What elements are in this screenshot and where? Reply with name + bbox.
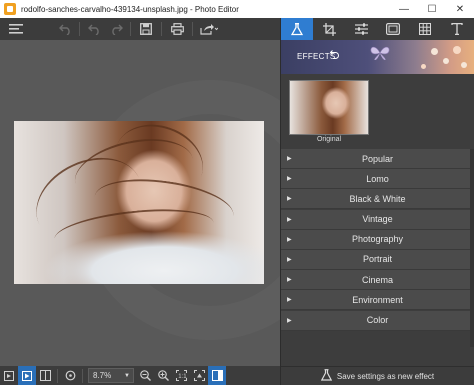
- grid-icon: [419, 23, 431, 35]
- chevron-right-icon: ▶: [287, 156, 292, 162]
- undo-icon[interactable]: [54, 18, 76, 40]
- category-vintage[interactable]: ▶ Vintage: [281, 209, 474, 230]
- tab-adjust[interactable]: [345, 18, 377, 40]
- print-icon[interactable]: [165, 18, 189, 40]
- chevron-right-icon: ▶: [287, 277, 292, 284]
- category-color[interactable]: ▶ Color: [281, 310, 474, 331]
- category-photography[interactable]: ▶ Photography: [281, 229, 474, 250]
- window-title: rodolfo-sanches-carvalho-439134-unsplash…: [21, 4, 239, 14]
- effects-header: EFFECTS: [281, 40, 474, 74]
- photo-editor-window: rodolfo-sanches-carvalho-439134-unsplash…: [0, 0, 474, 385]
- tab-effects[interactable]: [281, 18, 313, 40]
- effects-panel: EFFECTS Original ▶ Popular ▶ Lomo ▶ Black: [280, 18, 474, 385]
- chevron-down-icon: ▼: [124, 372, 130, 379]
- panel-tabs: [281, 18, 474, 40]
- zoom-value: 8.7%: [93, 371, 112, 380]
- reset-effects-icon[interactable]: [329, 50, 339, 61]
- tab-crop[interactable]: [313, 18, 345, 40]
- flask-icon: [320, 368, 333, 384]
- chevron-right-icon: ▶: [287, 297, 292, 304]
- scrollbar[interactable]: [470, 149, 474, 347]
- tab-frames[interactable]: [377, 18, 409, 40]
- flask-icon: [291, 22, 303, 35]
- effect-preview-area: Original: [281, 74, 474, 146]
- fit-icon[interactable]: [0, 366, 18, 385]
- original-label: Original: [316, 136, 342, 143]
- tab-text[interactable]: [441, 18, 473, 40]
- close-button[interactable]: ✕: [446, 0, 474, 18]
- tab-texture[interactable]: [409, 18, 441, 40]
- rotate-icon[interactable]: [61, 366, 79, 385]
- save-effect-label: Save settings as new effect: [336, 371, 435, 381]
- actual-size-icon[interactable]: 1:1: [172, 366, 190, 385]
- menu-icon[interactable]: [0, 18, 32, 40]
- category-popular[interactable]: ▶ Popular: [281, 149, 474, 169]
- photo-preview[interactable]: [14, 121, 264, 284]
- maximize-button[interactable]: ☐: [418, 0, 446, 18]
- bottom-toolbar: 8.7% ▼ 1:1: [0, 366, 280, 385]
- save-effect-button[interactable]: Save settings as new effect: [281, 366, 474, 385]
- zoom-out-icon[interactable]: [136, 366, 154, 385]
- category-environment[interactable]: ▶ Environment: [281, 290, 474, 311]
- crop-icon: [322, 22, 336, 36]
- undo-step-icon[interactable]: [83, 18, 105, 40]
- window-controls: — ☐ ✕: [390, 0, 474, 18]
- save-icon[interactable]: [134, 18, 158, 40]
- svg-text:1:1: 1:1: [178, 374, 187, 380]
- minimize-button[interactable]: —: [390, 0, 418, 18]
- category-black-white[interactable]: ▶ Black & White: [281, 189, 474, 210]
- butterfly-icon: [370, 46, 390, 60]
- category-lomo[interactable]: ▶ Lomo: [281, 169, 474, 190]
- chevron-right-icon: ▶: [287, 216, 292, 223]
- compare-icon[interactable]: [36, 366, 54, 385]
- chevron-right-icon: ▶: [287, 256, 292, 263]
- share-icon[interactable]: [196, 18, 222, 40]
- chevron-right-icon: ▶: [287, 236, 292, 243]
- app-icon: [4, 3, 16, 15]
- frame-icon: [386, 23, 400, 35]
- redo-icon[interactable]: [105, 18, 127, 40]
- chevron-right-icon: ▶: [287, 196, 292, 203]
- original-thumbnail[interactable]: [289, 80, 369, 135]
- zoom-in-icon[interactable]: [154, 366, 172, 385]
- category-portrait[interactable]: ▶ Portrait: [281, 249, 474, 270]
- preview-icon[interactable]: [18, 366, 36, 385]
- chevron-right-icon: ▶: [287, 317, 292, 324]
- category-cinema[interactable]: ▶ Cinema: [281, 270, 474, 291]
- panel-toggle-icon[interactable]: [208, 366, 226, 385]
- zoom-select[interactable]: 8.7% ▼: [88, 368, 134, 383]
- sliders-icon: [354, 23, 368, 35]
- title-bar: rodolfo-sanches-carvalho-439134-unsplash…: [0, 0, 474, 18]
- image-canvas[interactable]: [0, 40, 280, 366]
- main-toolbar: [0, 18, 280, 40]
- chevron-right-icon: ▶: [287, 176, 292, 183]
- effect-category-list: ▶ Popular ▶ Lomo ▶ Black & White ▶ Vintage ▶…: [281, 149, 474, 331]
- text-icon: [451, 23, 463, 35]
- fit-screen-icon[interactable]: [190, 366, 208, 385]
